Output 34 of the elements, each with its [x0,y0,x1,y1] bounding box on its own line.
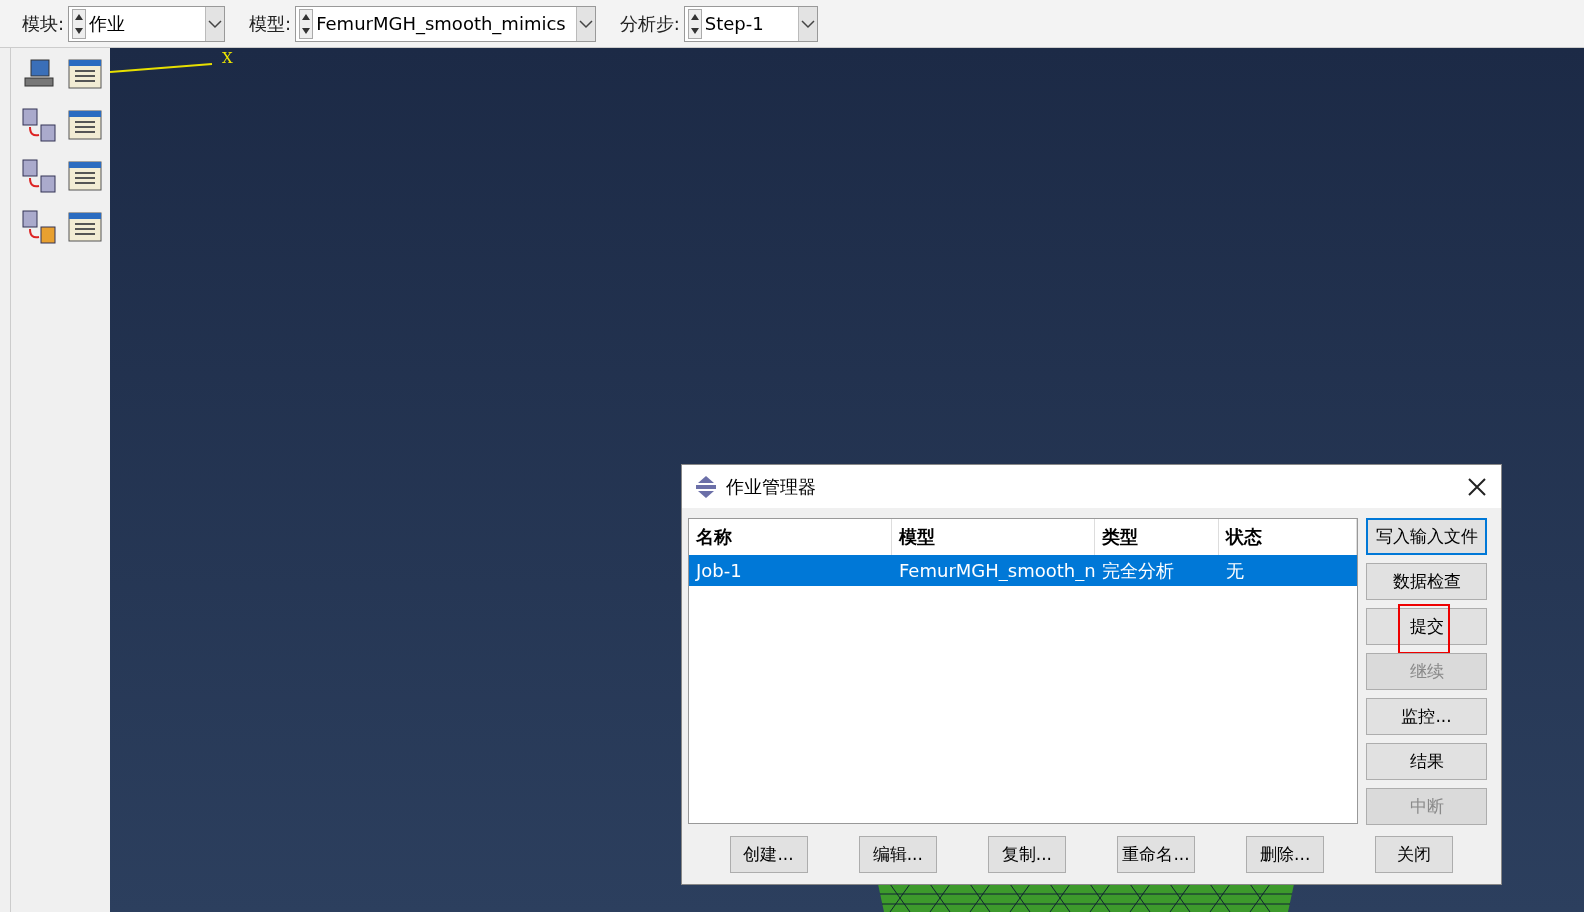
chevron-icon[interactable] [578,18,593,29]
grid-icon[interactable] [21,158,57,194]
table-icon[interactable] [67,158,103,194]
dropdown-field[interactable]: Step-1 [683,5,818,42]
table-icon[interactable] [67,209,103,245]
spinner-icon[interactable] [72,8,87,39]
dialog-button[interactable]: 编辑... [858,836,937,874]
table-icon[interactable] [67,56,103,92]
dialog-button[interactable]: 删除... [1246,836,1325,874]
field-label: 模型: [249,11,292,36]
side-button[interactable]: 监控... [1366,698,1487,736]
side-button[interactable]: 结果 [1366,743,1487,781]
axis-label: X [222,49,233,67]
dropdown-field[interactable]: 作业 [68,5,226,42]
dialog-button[interactable]: 创建... [729,836,808,874]
dialog-button[interactable]: 关闭 [1375,836,1454,874]
side-button[interactable]: 提交 [1366,608,1487,646]
dropdown-field[interactable]: FemurMGH_smooth_mimics [295,5,596,42]
field-label: 模块: [22,11,65,36]
spinner-icon[interactable] [687,8,702,39]
grid-icon[interactable] [21,107,57,143]
spinner-icon[interactable] [299,8,314,39]
field-label: 分析步: [619,11,680,36]
side-button[interactable]: 数据检查 [1366,563,1487,601]
dialog-title: 作业管理器 [726,474,817,499]
job-row[interactable]: Job-1 FemurMGH_smooth_n 完全分析 无 [689,555,1357,587]
side-button[interactable]: 写入输入文件 [1366,518,1487,556]
table-icon[interactable] [67,107,103,143]
dialog-button[interactable]: 重命名... [1117,836,1196,874]
chevron-icon[interactable] [208,18,223,29]
dialog-icon [694,474,718,499]
dialog-button[interactable]: 复制... [987,836,1066,874]
grid-icon[interactable] [21,209,57,245]
chevron-icon[interactable] [800,18,815,29]
